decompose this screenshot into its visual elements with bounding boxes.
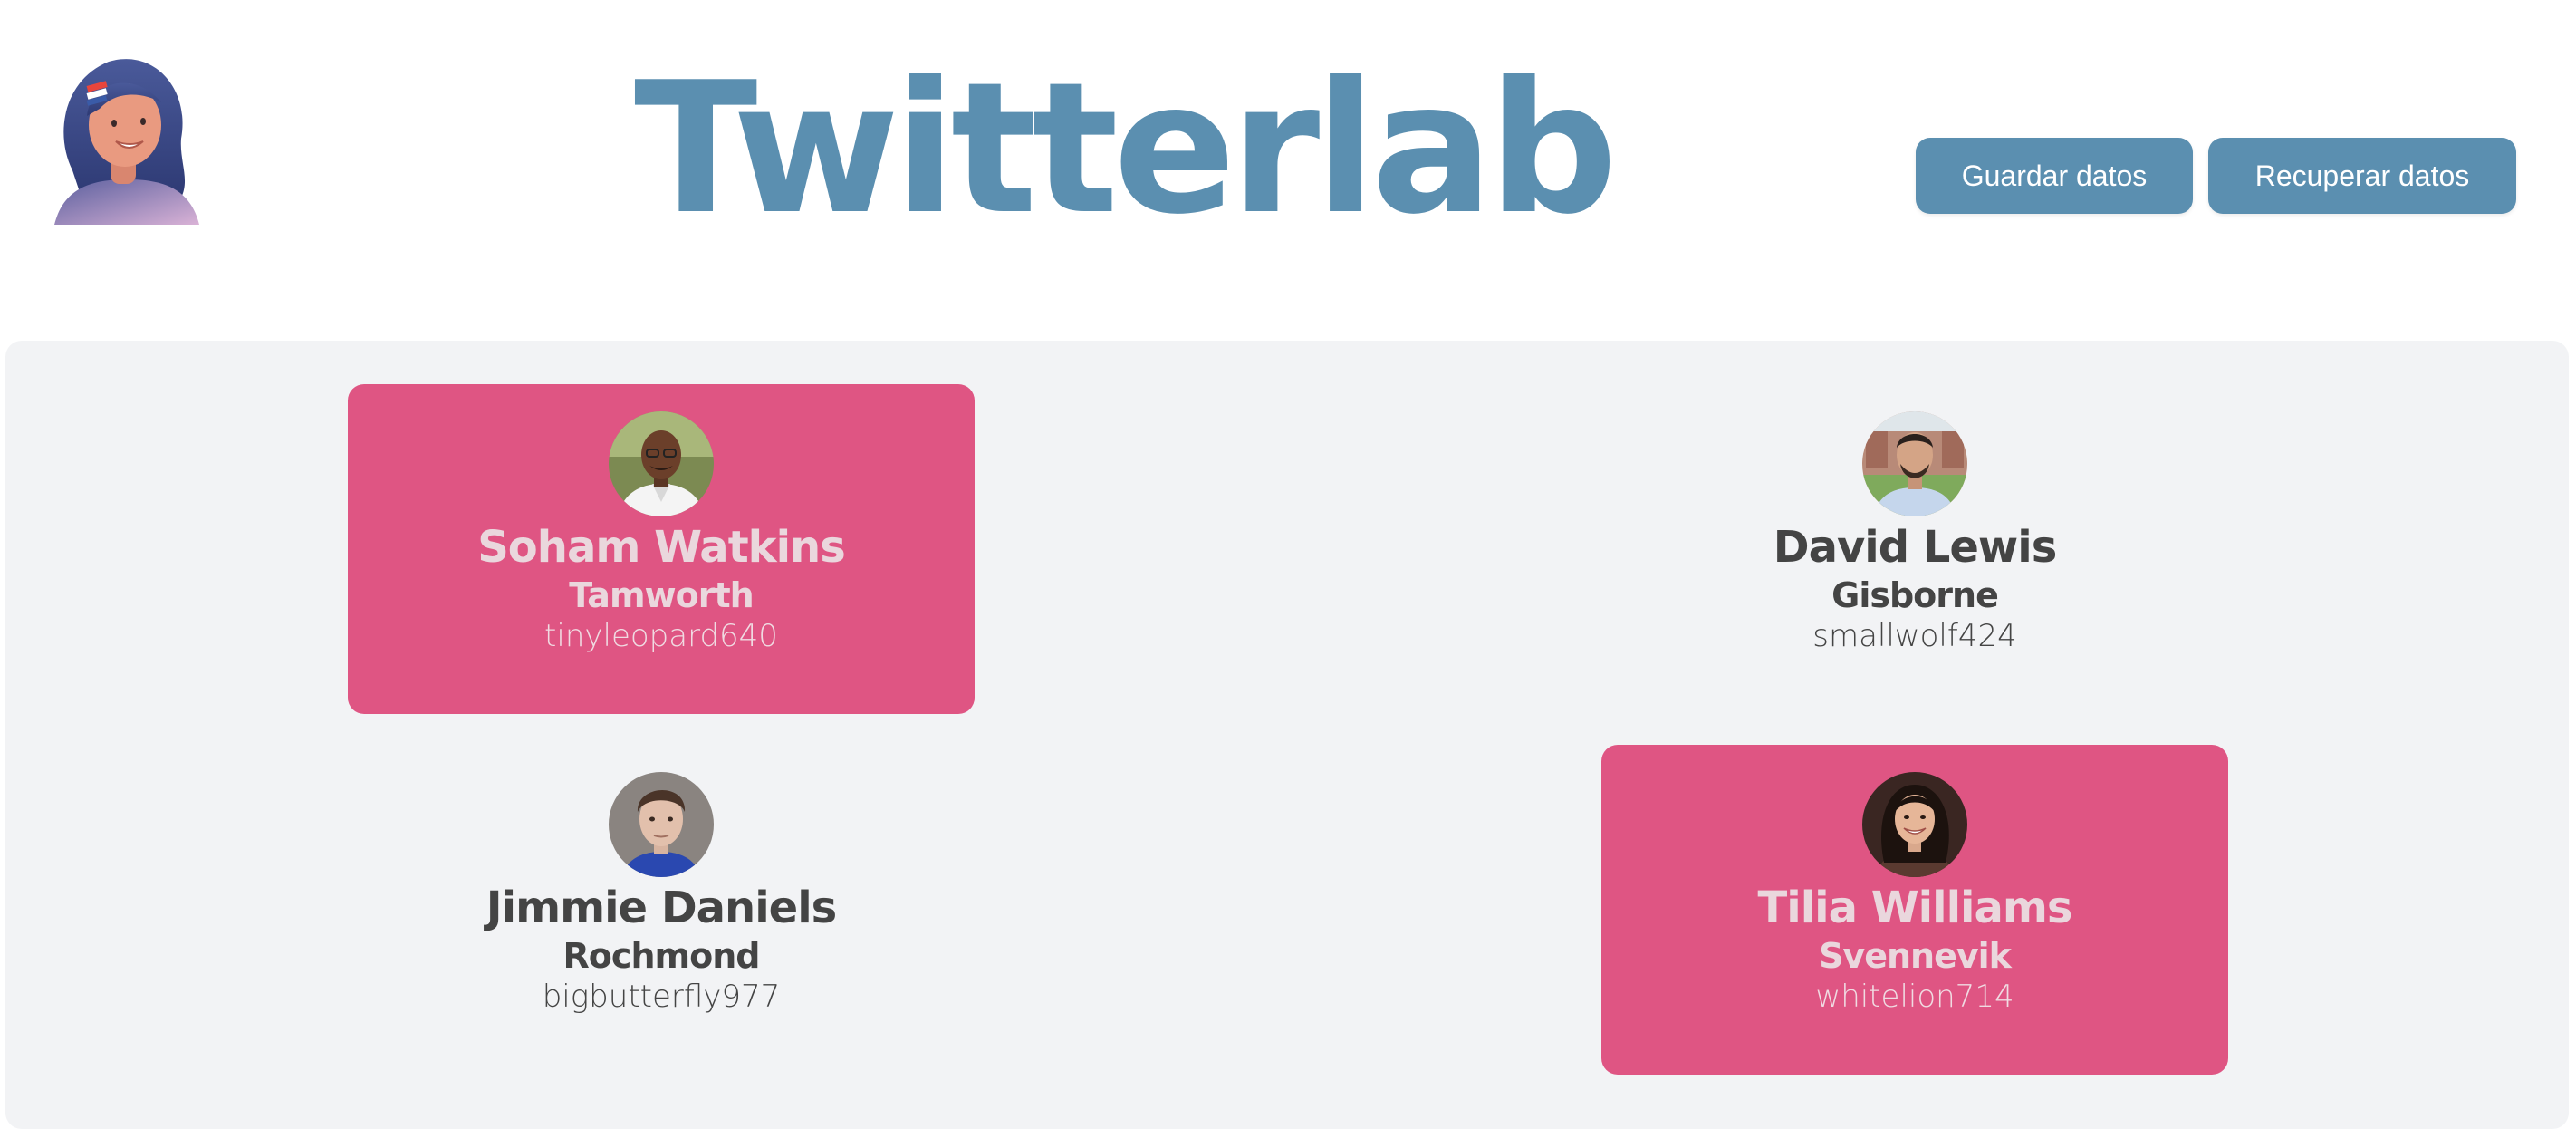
user-city: Tamworth	[569, 575, 754, 615]
user-name: David Lewis	[1773, 522, 2058, 573]
man-photo-avatar	[609, 772, 714, 877]
user-name: Tilia Williams	[1757, 883, 2073, 933]
user-handle: whitelion714	[1815, 979, 2014, 1015]
app-header: Twitterlab Guardar datos Recuperar datos	[0, 0, 2576, 335]
app-title: Twitterlab	[634, 43, 1618, 255]
user-city: Rochmond	[562, 936, 761, 976]
user-card[interactable]: Soham Watkins Tamworth tinyleopard640	[348, 384, 975, 714]
woman-photo-avatar	[1862, 772, 1967, 877]
user-card[interactable]: David Lewis Gisborne smallwolf424	[1601, 384, 2228, 714]
user-handle: bigbutterfly977	[542, 979, 781, 1015]
woman-avatar-logo-icon	[54, 53, 199, 225]
user-name: Jimmie Daniels	[485, 883, 838, 933]
save-data-button[interactable]: Guardar datos	[1916, 138, 2193, 214]
man-photo-avatar	[1862, 411, 1967, 516]
user-card[interactable]: Jimmie Daniels Rochmond bigbutterfly977	[348, 745, 975, 1075]
user-handle: smallwolf424	[1812, 618, 2017, 654]
user-card[interactable]: Tilia Williams Svennevik whitelion714	[1601, 745, 2228, 1075]
user-city: Gisborne	[1831, 575, 1999, 615]
man-photo-avatar	[609, 411, 714, 516]
user-handle: tinyleopard640	[544, 618, 778, 654]
load-data-button[interactable]: Recuperar datos	[2208, 138, 2516, 214]
user-name: Soham Watkins	[477, 522, 846, 573]
user-city: Svennevik	[1819, 936, 2012, 976]
